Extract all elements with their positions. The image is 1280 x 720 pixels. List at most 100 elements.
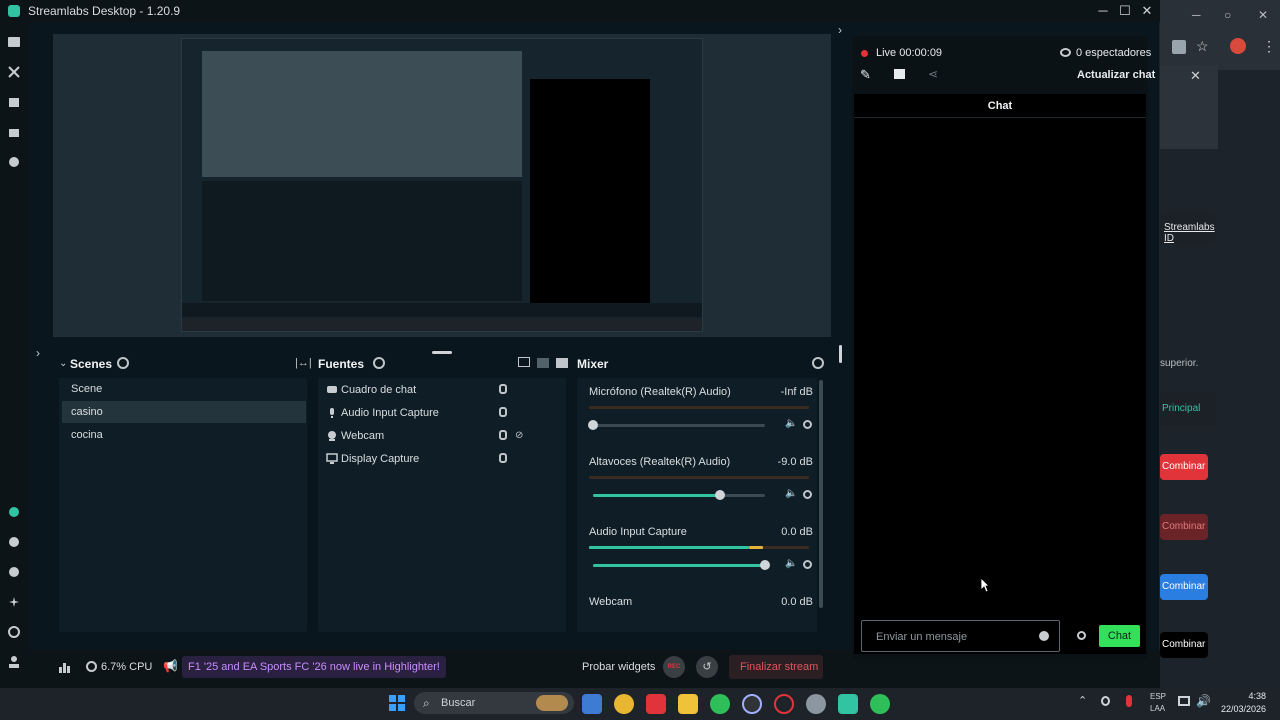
volume-slider-knob[interactable] (760, 560, 770, 570)
lock-icon[interactable] (499, 407, 507, 417)
channel-settings-icon[interactable] (803, 490, 812, 499)
test-widgets-button[interactable]: Probar widgets (582, 661, 655, 673)
bg-principal-button[interactable]: Principal (1160, 392, 1216, 426)
chrome-alt-icon[interactable] (870, 694, 890, 714)
browser-close-icon[interactable]: ✕ (1258, 8, 1268, 22)
bg-combinar-black[interactable]: Combinar (1160, 632, 1208, 658)
bg-close-icon[interactable]: ✕ (1190, 68, 1201, 84)
refresh-chat-button[interactable]: Actualizar chat (1077, 69, 1155, 81)
chrome-icon[interactable] (614, 694, 634, 714)
profile-icon[interactable] (6, 654, 22, 670)
bg-combinar-red[interactable]: Combinar (1160, 454, 1208, 480)
chat-send-button[interactable]: Chat (1099, 625, 1140, 647)
mute-speaker-icon[interactable]: 🔈 (785, 488, 797, 499)
tools-icon[interactable] (6, 64, 22, 80)
bg-streamlabs-id[interactable]: Streamlabs ID (1160, 212, 1216, 244)
channel-settings-icon[interactable] (803, 560, 812, 569)
maximize-icon[interactable]: ☐ (1116, 2, 1134, 20)
share-icon[interactable]: ⋖ (928, 67, 938, 81)
volume-slider-knob[interactable] (588, 420, 598, 430)
replay-icon[interactable]: ↺ (696, 656, 718, 678)
chat-message-input[interactable]: Enviar un mensaje (861, 620, 1060, 652)
settings-icon[interactable] (6, 624, 22, 640)
expand-left-arrow-icon[interactable]: › (36, 346, 40, 360)
add-source-icon[interactable] (373, 357, 385, 369)
browser-min-icon[interactable]: ─ (1192, 8, 1201, 22)
source-item-label[interactable]: Audio Input Capture (341, 407, 439, 419)
source-folder-add-icon[interactable] (556, 358, 568, 368)
scene-item[interactable]: cocina (62, 424, 306, 446)
vertical-resize-handle[interactable] (839, 345, 842, 363)
browser-max-icon[interactable]: ○ (1224, 8, 1231, 22)
bg-combinar-blue[interactable]: Combinar (1160, 574, 1208, 600)
whatsapp-icon[interactable] (710, 694, 730, 714)
source-item-label[interactable]: Webcam (341, 430, 384, 442)
store-icon[interactable] (6, 94, 22, 110)
tray-network-icon[interactable] (1101, 696, 1110, 706)
opera-icon[interactable] (774, 694, 794, 714)
tray-volume-icon[interactable]: 🔊 (1196, 694, 1211, 708)
volume-slider-knob[interactable] (715, 490, 725, 500)
edit-pencil-icon[interactable]: ✎ (860, 67, 871, 83)
tray-lang-2[interactable]: LAA (1150, 704, 1165, 713)
end-stream-button[interactable]: Finalizar stream (729, 655, 823, 679)
chat-settings-icon[interactable] (1077, 631, 1086, 640)
mixer-settings-icon[interactable] (812, 357, 824, 369)
clip-icon[interactable] (894, 69, 905, 79)
lock-icon[interactable] (499, 453, 507, 463)
translate-icon[interactable] (1172, 40, 1186, 54)
settings-app-icon[interactable] (806, 694, 826, 714)
windows-start-icon[interactable] (388, 694, 406, 712)
editor-icon[interactable] (6, 34, 22, 50)
mute-speaker-icon[interactable]: 🔈 (785, 418, 797, 429)
lock-icon[interactable] (499, 384, 507, 394)
bg-combinar-fusion[interactable]: Combinar fusión (1160, 514, 1208, 540)
source-folder-icon[interactable] (518, 357, 530, 367)
preview-canvas[interactable] (181, 38, 703, 332)
minimize-icon[interactable]: ─ (1094, 2, 1112, 20)
dashboard-icon[interactable] (6, 124, 22, 140)
close-icon[interactable]: ✕ (1138, 2, 1156, 20)
profile-avatar[interactable] (1230, 38, 1246, 54)
mute-speaker-icon[interactable]: 🔈 (785, 558, 797, 569)
cloudbot-icon[interactable] (6, 534, 22, 550)
apps-icon[interactable] (6, 154, 22, 170)
announcement-banner[interactable]: F1 '25 and EA Sports FC '26 now live in … (182, 656, 446, 678)
star-icon[interactable]: ☆ (1196, 38, 1209, 55)
lock-icon[interactable] (499, 430, 507, 440)
source-group-icon[interactable] (537, 358, 549, 368)
scene-item[interactable]: Scene (62, 378, 306, 400)
clock-date[interactable]: 22/03/2026 (1218, 704, 1266, 714)
resize-handle[interactable] (432, 351, 452, 354)
source-item-label[interactable]: Display Capture (341, 453, 419, 465)
tray-lang-1[interactable]: ESP (1150, 692, 1166, 701)
rec-button[interactable]: REC (663, 656, 685, 678)
taskbar-search[interactable]: ⌕ Buscar (414, 692, 574, 714)
youtube-icon[interactable] (646, 694, 666, 714)
highlighter-icon[interactable] (6, 504, 22, 520)
alertbox-icon[interactable] (6, 564, 22, 580)
add-scene-icon[interactable] (117, 357, 129, 369)
browser-menu-icon[interactable]: ⋮ (1262, 38, 1276, 55)
clock-time[interactable]: 4:38 (1230, 691, 1266, 701)
emoji-icon[interactable] (1039, 631, 1049, 641)
calendar-app-icon[interactable] (582, 694, 602, 714)
tray-chevron-icon[interactable]: ⌃ (1078, 694, 1087, 707)
visibility-off-icon[interactable]: ⊘ (515, 430, 523, 441)
channel-settings-icon[interactable] (803, 420, 812, 429)
expand-right-arrow-icon[interactable]: › (838, 23, 842, 37)
tray-monitor-icon[interactable] (1178, 696, 1190, 706)
streamlabs-taskbar-icon[interactable] (838, 694, 858, 714)
themes-icon[interactable] (6, 594, 22, 610)
scenes-collapse-icon[interactable]: |↔| (295, 357, 312, 369)
volume-slider-track[interactable] (593, 424, 765, 427)
scene-item[interactable]: casino (62, 401, 306, 423)
tray-mic-icon[interactable] (1126, 695, 1132, 707)
file-explorer-icon[interactable] (678, 694, 698, 714)
source-item-label[interactable]: Cuadro de chat (341, 384, 416, 396)
chat-messages-area[interactable] (854, 118, 1146, 618)
obs-icon[interactable] (742, 694, 762, 714)
stats-chart-icon[interactable] (58, 661, 71, 673)
mixer-scrollbar[interactable] (819, 380, 823, 608)
scenes-chevron-icon[interactable]: ⌄ (59, 358, 67, 369)
